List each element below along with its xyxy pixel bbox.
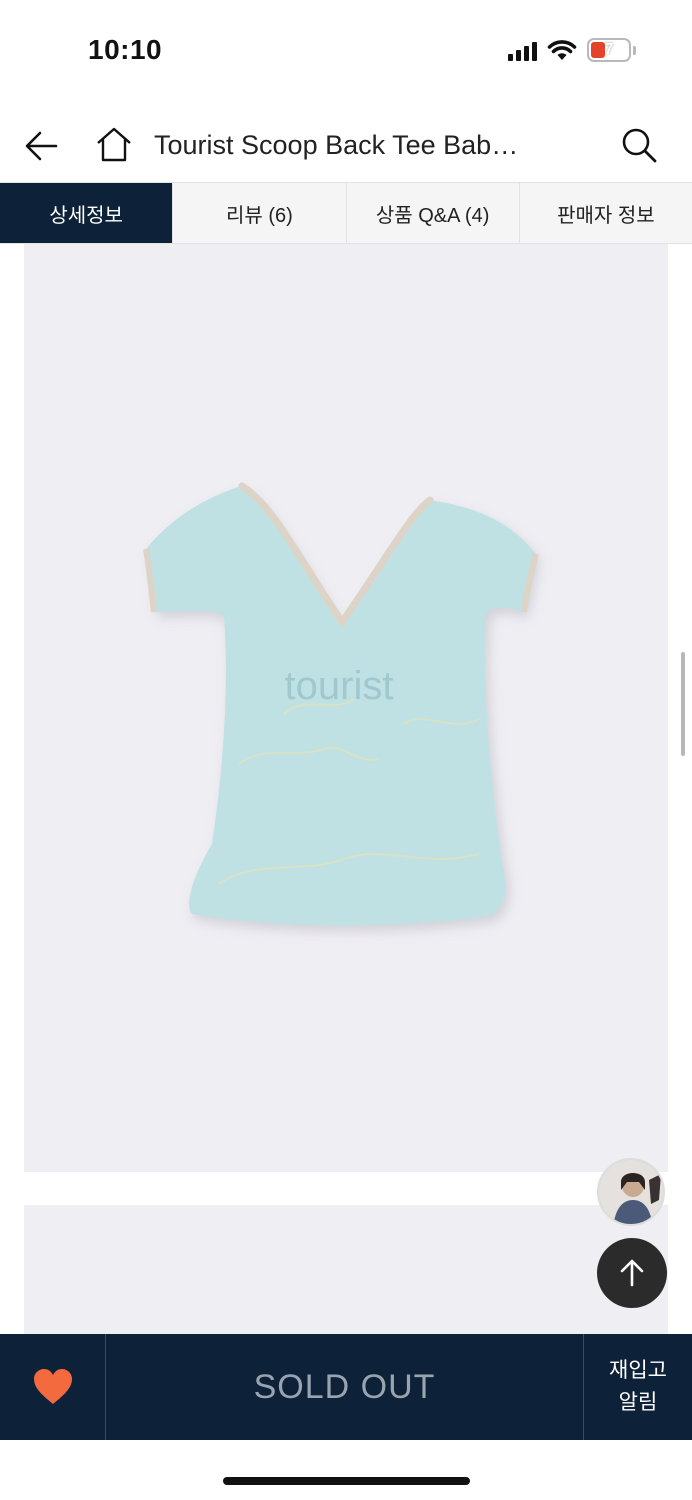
restock-alert-button[interactable]: 재입고 알림	[584, 1334, 692, 1440]
status-icons: 7	[508, 38, 636, 62]
page-title: Tourist Scoop Back Tee Bab…	[154, 130, 519, 160]
heart-icon	[33, 1369, 72, 1404]
signal-icon	[508, 39, 537, 61]
tab-qna[interactable]: 상품 Q&A (4)	[347, 183, 520, 243]
avatar[interactable]	[597, 1158, 665, 1226]
product-image: tourist	[24, 244, 668, 1172]
scrollbar[interactable]	[681, 652, 685, 756]
top-nav: Tourist Scoop Back Tee Bab…	[0, 110, 692, 182]
tshirt-illustration: tourist	[143, 482, 539, 926]
search-icon[interactable]	[620, 126, 658, 164]
arrow-up-icon	[620, 1259, 644, 1287]
back-arrow-icon[interactable]	[22, 126, 62, 166]
sold-out-button[interactable]: SOLD OUT	[106, 1334, 584, 1440]
tab-seller-info[interactable]: 판매자 정보	[520, 183, 692, 243]
detail-tabs: 상세정보 리뷰 (6) 상품 Q&A (4) 판매자 정보	[0, 182, 692, 244]
bottom-action-bar: SOLD OUT 재입고 알림	[0, 1334, 692, 1440]
shirt-print-text: tourist	[285, 664, 394, 708]
wishlist-button[interactable]	[0, 1334, 106, 1440]
wifi-icon	[547, 40, 577, 60]
restock-label-line2: 알림	[618, 1391, 658, 1414]
tab-reviews[interactable]: 리뷰 (6)	[173, 183, 347, 243]
restock-label-line1: 재입고	[609, 1359, 667, 1382]
battery-level: 7	[604, 41, 614, 58]
home-indicator	[223, 1477, 470, 1485]
status-bar: 10:10 7	[0, 0, 692, 100]
scroll-top-button[interactable]	[597, 1238, 667, 1308]
status-time: 10:10	[88, 34, 163, 65]
product-detail-page: 10:10 7 Tourist Scoop Back Tee Bab… 상세정보…	[0, 0, 692, 1500]
product-image-2	[24, 1205, 668, 1335]
home-icon[interactable]	[94, 124, 134, 164]
tab-detail-info[interactable]: 상세정보	[0, 183, 174, 243]
battery-icon: 7	[587, 38, 631, 62]
